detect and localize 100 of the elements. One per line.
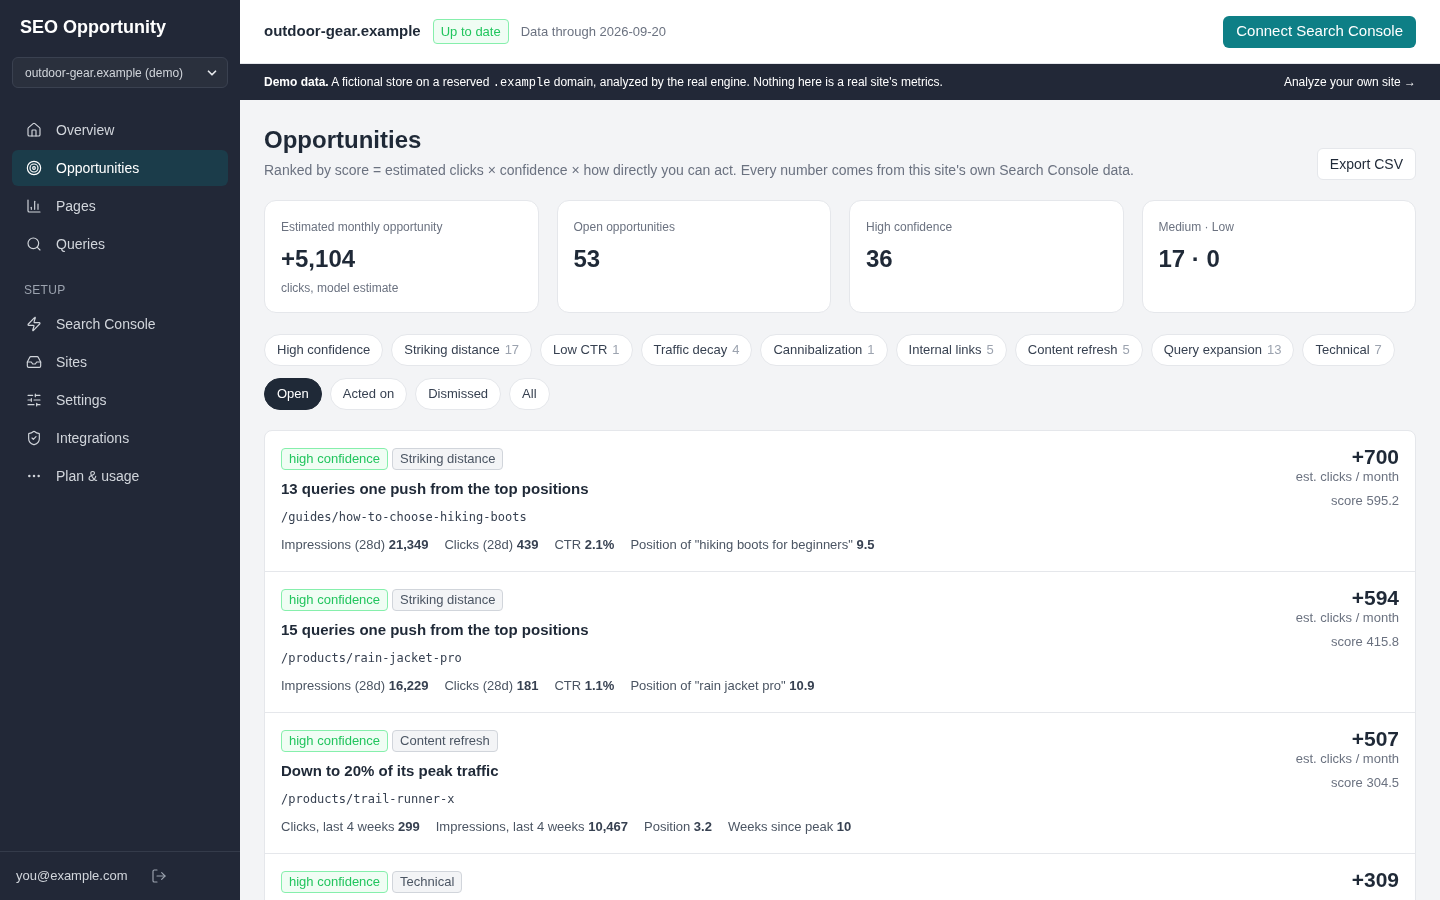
analyze-link[interactable]: Analyze your own site →	[1283, 74, 1416, 90]
page-title: Opportunities	[264, 125, 423, 155]
nav-label: Queries	[56, 235, 106, 254]
filter-chip[interactable]: Traffic decay 4	[640, 334, 753, 366]
filter-chip[interactable]: Technical 7	[1302, 334, 1395, 366]
nav-item[interactable]: Sites	[12, 344, 228, 380]
nav-label: Sites	[56, 353, 88, 372]
category-badge: Technical	[392, 871, 463, 893]
site-select-value: outdoor-gear.example (demo)	[25, 64, 184, 81]
nav-label: Overview	[56, 121, 115, 140]
status-tab[interactable]: Acted on	[329, 378, 408, 410]
category-badge: Striking distance	[392, 589, 504, 611]
metric: CTR 2.1%	[554, 536, 615, 554]
stat-value: 53	[573, 244, 602, 274]
metric: Impressions (28d) 21,349	[281, 536, 429, 554]
click-estimate: +309	[1351, 871, 1399, 889]
user-email: you@example.com	[16, 867, 128, 886]
site-name: outdoor-gear.example	[264, 21, 421, 42]
sliders-icon	[26, 392, 42, 408]
stat-value: 17 · 0	[1158, 244, 1221, 274]
metric: Clicks, last 4 weeks 299	[281, 818, 420, 836]
category-badge: Striking distance	[392, 448, 504, 470]
opportunity-title: 13 queries one push from the top positions	[281, 479, 590, 499]
nav-label: Settings	[56, 391, 107, 410]
confidence-badge: high confidence	[281, 448, 389, 470]
connect-button[interactable]: Connect Search Console	[1223, 15, 1416, 48]
data-date: Data through 2026-09-20	[520, 22, 666, 41]
search-icon	[26, 236, 42, 252]
score: score 415.8	[1331, 633, 1399, 651]
confidence-badge: high confidence	[281, 871, 389, 893]
target-icon	[26, 160, 42, 176]
nav-label: Plan & usage	[56, 467, 140, 486]
metric: Position of "rain jacket pro" 10.9	[630, 677, 815, 695]
metric: Clicks (28d) 439	[444, 536, 539, 554]
filter-chip[interactable]: Query expansion 13	[1150, 334, 1295, 366]
nav-label: Opportunities	[56, 159, 140, 178]
score: score 595.2	[1331, 492, 1399, 510]
nav-item[interactable]: Opportunities	[12, 150, 228, 186]
metric: Position 3.2	[644, 818, 712, 836]
filter-chip[interactable]: Low CTR 1	[540, 334, 633, 366]
app-title: SEO Opportunity	[19, 16, 167, 39]
opportunity-title: Down to 20% of its peak traffic	[281, 761, 500, 781]
page-subtitle: Ranked by score = estimated clicks × confidence × how directly you can act. Every number comes from this site's own Search Console data.	[264, 161, 1134, 180]
inbox-icon	[26, 354, 42, 370]
logout-icon[interactable]	[151, 868, 168, 884]
nav-label: Integrations	[56, 429, 130, 448]
estimate-unit: est. clicks / month	[1295, 750, 1399, 768]
nav-item[interactable]: Pages	[12, 188, 228, 224]
lightning-icon	[26, 316, 42, 332]
stat-label: Estimated monthly opportunity	[281, 219, 444, 235]
click-estimate: +594	[1351, 589, 1399, 607]
page-url: /products/trail-runner-x	[281, 791, 456, 808]
site-select[interactable]: outdoor-gear.example (demo)	[12, 57, 228, 88]
filter-chip[interactable]: Internal links 5	[895, 334, 1007, 366]
confidence-badge: high confidence	[281, 589, 389, 611]
stat-value: +5,104	[281, 244, 357, 274]
metric: CTR 1.1%	[554, 677, 615, 695]
filter-chip[interactable]: Cannibalization 1	[760, 334, 888, 366]
nav-item[interactable]: Overview	[12, 112, 228, 148]
bar-chart-icon	[26, 198, 42, 214]
opportunity-title: 15 queries one push from the top positions	[281, 620, 590, 640]
nav-item[interactable]: Search Console	[12, 306, 228, 342]
stat-label: High confidence	[866, 219, 954, 235]
metric: Weeks since peak 10	[727, 818, 852, 836]
click-estimate: +507	[1351, 730, 1399, 748]
home-icon	[26, 122, 42, 138]
page-url: /guides/how-to-choose-hiking-boots	[281, 509, 528, 526]
nav-label: Pages	[56, 197, 96, 216]
stat-label: Open opportunities	[573, 219, 676, 235]
shield-check-icon	[26, 430, 42, 446]
status-badge: Up to date	[432, 18, 509, 45]
page-url: /products/rain-jacket-pro	[281, 650, 463, 667]
category-badge: Content refresh	[392, 730, 498, 752]
stat-note: clicks, model estimate	[281, 280, 400, 296]
metric: Clicks (28d) 181	[444, 677, 539, 695]
nav-item[interactable]: Queries	[12, 226, 228, 262]
status-tab[interactable]: Open	[264, 378, 322, 410]
opportunity-row[interactable]: high confidence Technical +309	[265, 854, 1415, 900]
nav-item[interactable]: Plan & usage	[12, 458, 228, 494]
nav-item[interactable]: Integrations	[12, 420, 228, 456]
status-tab[interactable]: All	[509, 378, 550, 410]
metric: Impressions, last 4 weeks 10,467	[435, 818, 628, 836]
metric: Position of "hiking boots for beginners" 9.5	[630, 536, 875, 554]
filter-chip[interactable]: Striking distance 17	[391, 334, 533, 366]
status-tab[interactable]: Dismissed	[415, 378, 502, 410]
stat-label: Medium · Low	[1158, 219, 1235, 235]
filter-chip[interactable]: Content refresh 5	[1014, 334, 1143, 366]
stat-value: 36	[866, 244, 894, 274]
score: score 304.5	[1331, 774, 1399, 792]
export-button[interactable]: Export CSV	[1316, 148, 1416, 180]
metric: Impressions (28d) 16,229	[281, 677, 429, 695]
demo-notice: Demo data. A fictional store on a reserved .example domain, analyzed by the real engine. Nothing here is a real site's metrics.	[264, 73, 943, 91]
filter-chip[interactable]: High confidence	[264, 334, 384, 366]
nav-label: Search Console	[56, 315, 156, 334]
estimate-unit: est. clicks / month	[1295, 609, 1399, 627]
estimate-unit: est. clicks / month	[1295, 468, 1399, 486]
click-estimate: +700	[1351, 448, 1399, 466]
section-heading: SETUP	[23, 282, 67, 298]
confidence-badge: high confidence	[281, 730, 389, 752]
nav-item[interactable]: Settings	[12, 382, 228, 418]
